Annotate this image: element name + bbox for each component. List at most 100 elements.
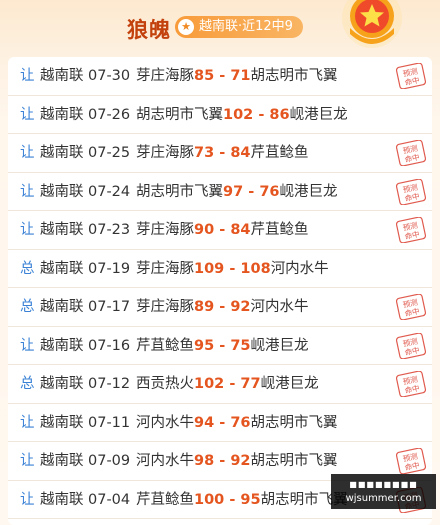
watermark-top: ■■■■■■■■ bbox=[349, 480, 418, 489]
bet-type-tag: 让 bbox=[20, 68, 35, 84]
table-row[interactable]: 让 越南联 07-16 芹苴鲶鱼95 - 75岘港巨龙 预测 命中 bbox=[8, 327, 432, 365]
away-team: 河内水牛 bbox=[270, 260, 329, 277]
home-team: 芽庄海豚 bbox=[136, 68, 194, 84]
bet-type-tag: 让 bbox=[20, 106, 35, 123]
prediction-hit-stamp: 预测命中 bbox=[396, 332, 426, 359]
league-name: 越南联 bbox=[40, 183, 84, 200]
match-date: 07-09 bbox=[88, 453, 131, 469]
away-team: 胡志明市飞翼 bbox=[250, 414, 338, 431]
bet-type-tag: 总 bbox=[20, 260, 35, 277]
league-name: 越南联 bbox=[40, 222, 84, 238]
score-separator: - bbox=[214, 414, 231, 431]
prediction-hit-stamp: 预测命中 bbox=[396, 140, 426, 166]
match-date: 07-12 bbox=[88, 376, 131, 392]
bet-type-tag: 让 bbox=[20, 183, 35, 200]
table-row[interactable]: 让 越南联 07-23 芽庄海豚90 - 84芹苴鲶鱼 预测 命中 bbox=[8, 211, 432, 250]
home-team: 芹苴鲶鱼 bbox=[136, 337, 194, 354]
table-row[interactable]: 让 越南联 07-26 胡志明市飞翼102 - 86岘港巨龙 bbox=[8, 96, 432, 134]
home-score: 89 bbox=[194, 299, 215, 315]
table-row[interactable]: 总 越南联 07-12 西贡热火102 - 77岘港巨龙 预测 命中 bbox=[8, 365, 432, 404]
table-row[interactable]: 总 越南联 07-17 芽庄海豚89 - 92河内水牛 预测 命中 bbox=[8, 288, 432, 327]
score-separator: - bbox=[214, 145, 231, 161]
watermark-bottom: wjsummer.com bbox=[345, 493, 422, 504]
table-row[interactable]: 让 越南联 07-30 芽庄海豚85 - 71胡志明市飞翼 预测 命中 bbox=[8, 57, 432, 96]
match-info: 芽庄海豚109 - 108河内水牛 bbox=[136, 250, 329, 288]
match-date: 07-24 bbox=[88, 183, 131, 200]
away-score: 77 bbox=[240, 376, 261, 392]
match-date: 07-16 bbox=[88, 337, 131, 354]
table-row[interactable]: 让 越南联 07-25 芽庄海豚73 - 84芹苴鲶鱼 预测 命中 bbox=[8, 134, 432, 173]
bet-type-tag: 让 bbox=[20, 222, 35, 238]
match-date: 07-26 bbox=[88, 106, 131, 123]
home-score: 109 bbox=[194, 260, 225, 277]
prediction-list: 让 越南联 07-30 芽庄海豚85 - 71胡志明市飞翼 预测 命中 让 越南联… bbox=[8, 57, 432, 525]
bet-type-tag: 让 bbox=[20, 414, 35, 431]
away-score: 84 bbox=[230, 222, 251, 238]
bet-type-tag: 让 bbox=[20, 337, 35, 354]
match-date: 07-11 bbox=[88, 414, 131, 431]
table-row[interactable]: 让 越南联 07-24 胡志明市飞翼97 - 76岘港巨龙 预测 命中 bbox=[8, 173, 432, 211]
match-date: 07-25 bbox=[88, 145, 131, 161]
home-score: 95 bbox=[194, 337, 215, 354]
home-score: 100 bbox=[194, 491, 225, 508]
record-badge: ★ 越南联·近12中9 bbox=[175, 16, 303, 38]
away-score: 84 bbox=[230, 145, 251, 161]
page: 狼魄 ★ 越南联·近12中9 让 越南联 07-30 芽庄海豚85 - 71胡志… bbox=[0, 0, 440, 525]
match-info: 河内水牛98 - 92胡志明市飞翼 bbox=[136, 442, 338, 480]
match-date: 07-17 bbox=[88, 299, 131, 315]
score-separator: - bbox=[224, 260, 241, 277]
home-score: 98 bbox=[194, 453, 215, 469]
match-info: 胡志明市飞翼97 - 76岘港巨龙 bbox=[136, 173, 338, 211]
home-team: 西贡热火 bbox=[136, 376, 194, 392]
home-score: 102 bbox=[223, 106, 254, 123]
score-separator: - bbox=[253, 106, 270, 123]
home-team: 胡志明市飞翼 bbox=[136, 183, 223, 200]
away-score: 76 bbox=[259, 183, 280, 200]
score-separator: - bbox=[214, 337, 231, 354]
table-row[interactable]: 总 越南联 07-19 芽庄海豚109 - 108河内水牛 bbox=[8, 250, 432, 288]
league-name: 越南联 bbox=[40, 260, 84, 277]
match-date: 07-19 bbox=[88, 260, 131, 277]
away-score: 71 bbox=[230, 68, 251, 84]
star-icon: ★ bbox=[178, 19, 194, 35]
score-separator: - bbox=[243, 183, 260, 200]
away-team: 岘港巨龙 bbox=[279, 183, 338, 200]
prediction-hit-stamp: 预测命中 bbox=[396, 63, 426, 89]
prediction-hit-stamp: 预测命中 bbox=[396, 294, 426, 320]
prediction-hit-stamp: 预测命中 bbox=[396, 371, 426, 397]
home-score: 85 bbox=[194, 68, 215, 84]
home-team: 河内水牛 bbox=[136, 414, 194, 431]
home-team: 芽庄海豚 bbox=[136, 145, 194, 161]
league-name: 越南联 bbox=[40, 337, 84, 354]
match-info: 芽庄海豚73 - 84芹苴鲶鱼 bbox=[136, 134, 309, 172]
match-info: 西贡热火102 - 77岘港巨龙 bbox=[136, 365, 319, 403]
table-row[interactable]: 让 越南联 07-11 河内水牛94 - 76胡志明市飞翼 bbox=[8, 404, 432, 442]
match-date: 07-04 bbox=[88, 491, 131, 508]
away-score: 75 bbox=[230, 337, 251, 354]
away-score: 108 bbox=[240, 260, 271, 277]
league-name: 越南联 bbox=[40, 145, 84, 161]
away-team: 胡志明市飞翼 bbox=[250, 453, 338, 469]
record-badge-label: 越南联·近12中9 bbox=[199, 19, 293, 34]
home-team: 河内水牛 bbox=[136, 453, 194, 469]
match-info: 芹苴鲶鱼100 - 95胡志明市飞翼 bbox=[136, 481, 348, 519]
away-score: 76 bbox=[230, 414, 251, 431]
match-info: 胡志明市飞翼102 - 86岘港巨龙 bbox=[136, 96, 348, 134]
bet-type-tag: 让 bbox=[20, 491, 35, 508]
match-info: 芽庄海豚89 - 92河内水牛 bbox=[136, 288, 309, 326]
away-team: 岘港巨龙 bbox=[289, 106, 348, 123]
match-date: 07-30 bbox=[88, 68, 131, 84]
away-score: 95 bbox=[240, 491, 261, 508]
league-name: 越南联 bbox=[40, 491, 84, 508]
home-team: 胡志明市飞翼 bbox=[136, 106, 223, 123]
match-info: 河内水牛94 - 76胡志明市飞翼 bbox=[136, 404, 338, 442]
score-separator: - bbox=[214, 453, 231, 469]
home-score: 97 bbox=[223, 183, 244, 200]
away-team: 芹苴鲶鱼 bbox=[250, 145, 309, 161]
league-name: 越南联 bbox=[40, 106, 84, 123]
home-score: 94 bbox=[194, 414, 215, 431]
match-info: 芹苴鲶鱼95 - 75岘港巨龙 bbox=[136, 327, 309, 365]
score-separator: - bbox=[224, 376, 241, 392]
star-medal-icon bbox=[342, 0, 402, 48]
away-team: 岘港巨龙 bbox=[250, 337, 309, 354]
